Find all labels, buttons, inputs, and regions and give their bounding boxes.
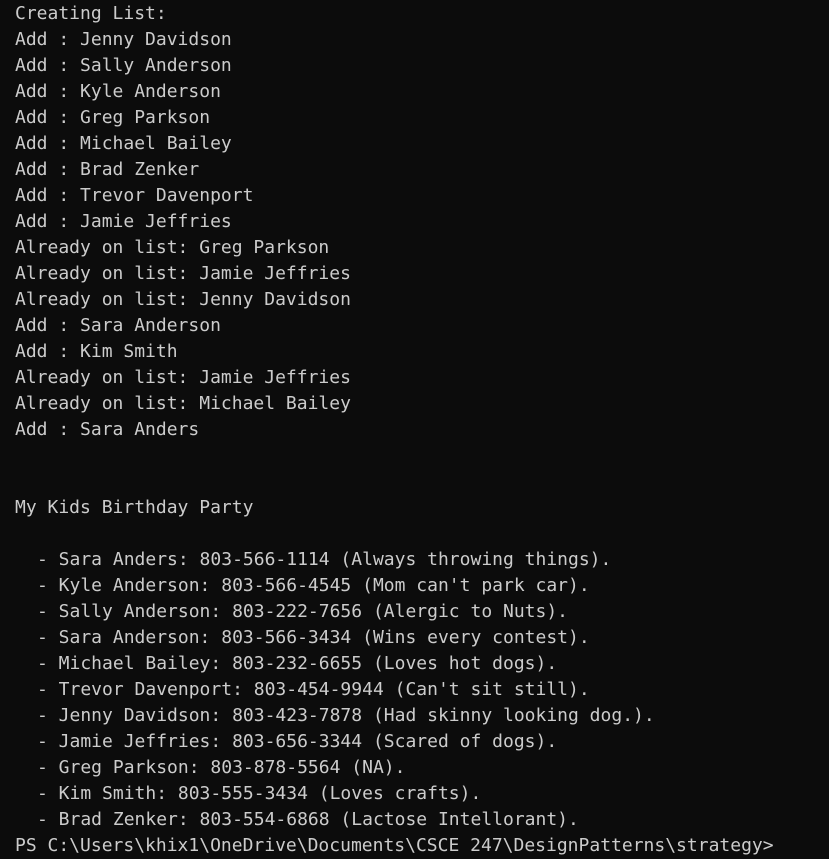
log-line: Creating List: xyxy=(15,3,167,24)
list-item: - Brad Zenker: 803-554-6868 (Lactose Int… xyxy=(37,809,579,830)
list-item: - Michael Bailey: 803-232-6655 (Loves ho… xyxy=(37,653,558,674)
log-line: Add : Sara Anders xyxy=(15,419,200,440)
log-line: Add : Greg Parkson xyxy=(15,107,211,128)
log-line: Add : Michael Bailey xyxy=(15,133,232,154)
list-item: - Trevor Davenport: 803-454-9944 (Can't … xyxy=(37,679,590,700)
log-line: Already on list: Greg Parkson xyxy=(15,237,330,258)
log-line: Add : Jamie Jeffries xyxy=(15,211,232,232)
list-item: - Sara Anders: 803-566-1114 (Always thro… xyxy=(37,549,612,570)
log-line: Already on list: Jenny Davidson xyxy=(15,289,351,310)
log-line: Already on list: Jamie Jeffries xyxy=(15,367,351,388)
list-item: - Kyle Anderson: 803-566-4545 (Mom can't… xyxy=(37,575,590,596)
log-line: Add : Trevor Davenport xyxy=(15,185,254,206)
log-line: Add : Kyle Anderson xyxy=(15,81,221,102)
log-line: Add : Kim Smith xyxy=(15,341,178,362)
list-item: - Jenny Davidson: 803-423-7878 (Had skin… xyxy=(37,705,655,726)
log-line: Already on list: Jamie Jeffries xyxy=(15,263,351,284)
log-line: Already on list: Michael Bailey xyxy=(15,393,351,414)
log-line: Add : Sara Anderson xyxy=(15,315,221,336)
log-line: Add : Jenny Davidson xyxy=(15,29,232,50)
list-item: - Kim Smith: 803-555-3434 (Loves crafts)… xyxy=(37,783,482,804)
list-item: - Jamie Jeffries: 803-656-3344 (Scared o… xyxy=(37,731,558,752)
shell-prompt[interactable]: PS C:\Users\khix1\OneDrive\Documents\CSC… xyxy=(15,833,774,859)
list-item: - Sally Anderson: 803-222-7656 (Alergic … xyxy=(37,601,569,622)
list-title: My Kids Birthday Party xyxy=(15,497,254,518)
list-item: - Sara Anderson: 803-566-3434 (Wins ever… xyxy=(37,627,590,648)
list-item: - Greg Parkson: 803-878-5564 (NA). xyxy=(37,757,406,778)
terminal-window[interactable]: Creating List: Add : Jenny Davidson Add … xyxy=(0,0,829,858)
log-line: Add : Sally Anderson xyxy=(15,55,232,76)
log-line: Add : Brad Zenker xyxy=(15,159,200,180)
